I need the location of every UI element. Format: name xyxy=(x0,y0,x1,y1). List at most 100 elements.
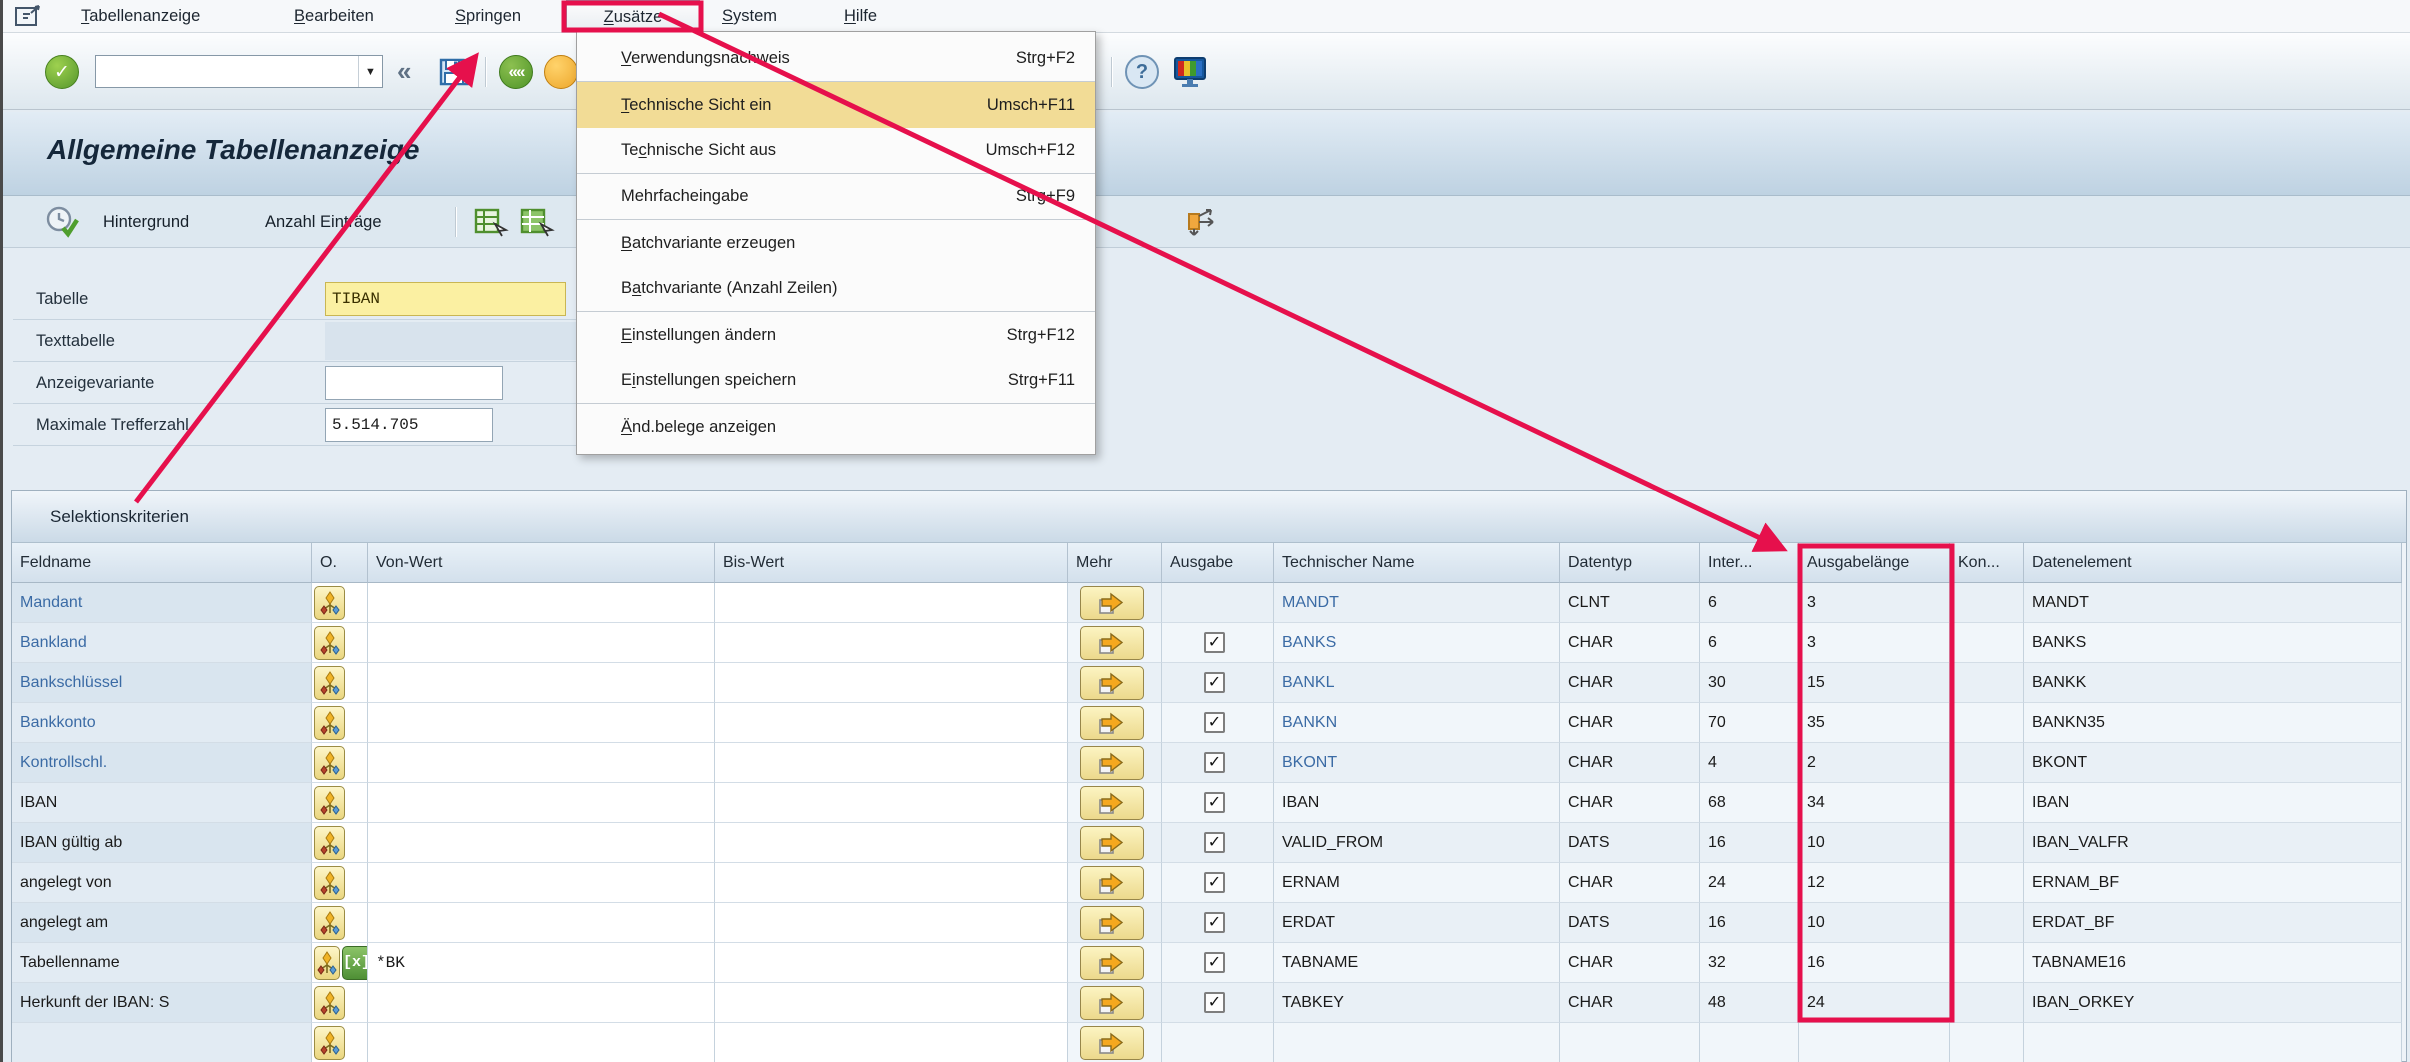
datentyp-value: CHAR xyxy=(1560,623,1700,663)
multiple-selection-button[interactable] xyxy=(1080,706,1144,740)
menu-item[interactable]: Verwendungsnachweis Strg+F2 xyxy=(577,36,1095,82)
feldname-link[interactable]: Tabellenname xyxy=(20,954,120,972)
multiple-selection-button[interactable] xyxy=(1080,746,1144,780)
ausgabe-checkbox[interactable]: ✓ xyxy=(1204,672,1225,693)
back-icon[interactable]: «« xyxy=(499,55,533,89)
feldname-link[interactable]: Herkunft der IBAN: S xyxy=(20,994,169,1012)
technischer-name[interactable]: ERNAM xyxy=(1282,874,1340,892)
enter-icon[interactable]: ✓ xyxy=(45,55,79,89)
selection-options-icon[interactable] xyxy=(314,586,345,620)
multiple-selection-button[interactable] xyxy=(1080,1026,1144,1060)
menu-item[interactable]: Mehrfacheingabe Strg+F9 xyxy=(577,174,1095,220)
ausgabe-checkbox[interactable]: ✓ xyxy=(1204,832,1225,853)
menu-springen[interactable]: Springen xyxy=(449,0,527,32)
feldname-link[interactable]: angelegt von xyxy=(20,874,112,892)
menu-item-shortcut: Umsch+F12 xyxy=(986,141,1075,160)
menu-item[interactable]: Änd.belege anzeigen xyxy=(577,404,1095,450)
menu-item[interactable]: Batchvariante (Anzahl Zeilen) xyxy=(577,266,1095,312)
choose-list-icon[interactable] xyxy=(473,206,509,238)
command-dropdown-icon[interactable]: ▼ xyxy=(358,56,382,87)
technischer-name[interactable]: TABKEY xyxy=(1282,994,1344,1012)
selection-options-icon[interactable] xyxy=(314,706,345,740)
menu-item[interactable]: Einstellungen speichern Strg+F11 xyxy=(577,358,1095,404)
menu-item[interactable]: Technische Sicht aus Umsch+F12 xyxy=(577,128,1095,174)
command-input[interactable] xyxy=(108,58,358,86)
feldname-link[interactable]: Bankschlüssel xyxy=(20,674,122,692)
collapse-icon[interactable]: « xyxy=(397,55,411,88)
col-mehr: Mehr xyxy=(1068,543,1162,583)
ausgabe-checkbox[interactable]: ✓ xyxy=(1204,912,1225,933)
ausgabe-checkbox[interactable]: ✓ xyxy=(1204,632,1225,653)
selection-options-icon[interactable] xyxy=(314,666,345,700)
hintergrund-button[interactable]: Hintergrund xyxy=(103,196,189,248)
datentyp-value: CHAR xyxy=(1560,943,1700,983)
selection-options-icon[interactable] xyxy=(314,786,345,820)
tabelle-field[interactable]: TIBAN xyxy=(325,282,566,316)
multiple-selection-button[interactable] xyxy=(1080,866,1144,900)
selection-options-icon[interactable] xyxy=(314,746,345,780)
multiple-selection-button[interactable] xyxy=(1080,826,1144,860)
technischer-name[interactable]: TABNAME xyxy=(1282,954,1358,972)
menu-system[interactable]: System xyxy=(716,0,783,32)
selection-options-icon[interactable] xyxy=(314,1026,345,1060)
multiple-selection-button[interactable] xyxy=(1080,666,1144,700)
multiple-selection-button[interactable] xyxy=(1080,786,1144,820)
technischer-name[interactable]: BANKL xyxy=(1282,674,1334,692)
menu-item[interactable]: Technische Sicht ein Umsch+F11 xyxy=(577,82,1095,128)
feldname-link[interactable]: angelegt am xyxy=(20,914,108,932)
multiple-selection-button[interactable] xyxy=(1080,906,1144,940)
anzahl-eintraege-button[interactable]: Anzahl Einträge xyxy=(265,196,382,248)
datentyp-value: DATS xyxy=(1560,823,1700,863)
multiple-selection-button[interactable] xyxy=(1080,586,1144,620)
feldname-link[interactable]: IBAN xyxy=(20,794,57,812)
selection-options-icon[interactable] xyxy=(314,906,345,940)
new-session-icon[interactable] xyxy=(1171,55,1209,89)
technischer-name[interactable]: IBAN xyxy=(1282,794,1319,812)
menu-tabellenanzeige[interactable]: Tabellenanzeige xyxy=(75,0,206,32)
technischer-name[interactable]: ERDAT xyxy=(1282,914,1335,932)
execute-background-icon[interactable] xyxy=(45,206,79,238)
help-icon[interactable]: ? xyxy=(1125,55,1159,89)
technischer-name[interactable]: BKONT xyxy=(1282,754,1337,772)
datentyp-value xyxy=(1560,1023,1700,1062)
ausgabe-checkbox[interactable]: ✓ xyxy=(1204,712,1225,733)
feldname-link[interactable]: Kontrollschl. xyxy=(20,754,107,772)
multiple-selection-button[interactable] xyxy=(1080,946,1144,980)
navigate-structure-icon[interactable] xyxy=(1181,206,1221,238)
feldname-link[interactable]: Bankland xyxy=(20,634,87,652)
ausgabe-checkbox[interactable]: ✓ xyxy=(1204,952,1225,973)
feldname-link[interactable]: IBAN gültig ab xyxy=(20,834,122,852)
menu-zusaetze[interactable]: Zusätze xyxy=(566,0,700,32)
anzeigevariante-field[interactable] xyxy=(325,366,503,400)
menu-hilfe[interactable]: Hilfe xyxy=(838,0,883,32)
selection-options-icon[interactable] xyxy=(314,826,345,860)
menu-bearbeiten[interactable]: Bearbeiten xyxy=(288,0,380,32)
trefferzahl-field[interactable]: 5.514.705 xyxy=(325,408,493,442)
technischer-name[interactable]: BANKS xyxy=(1282,634,1336,652)
ausgabe-checkbox[interactable]: ✓ xyxy=(1204,992,1225,1013)
technischer-name[interactable]: BANKN xyxy=(1282,714,1337,732)
selection-options-icon[interactable] xyxy=(314,946,340,980)
menu-item[interactable]: Einstellungen ändern Strg+F12 xyxy=(577,312,1095,358)
session-window-icon[interactable] xyxy=(15,5,41,27)
feldname-link[interactable]: Mandant xyxy=(20,594,82,612)
selection-options-icon[interactable] xyxy=(314,986,345,1020)
exit-icon[interactable] xyxy=(544,55,578,89)
save-icon[interactable] xyxy=(437,55,471,89)
ausgabelaenge-value xyxy=(1799,1023,1950,1062)
menu-item[interactable]: Batchvariante erzeugen xyxy=(577,220,1095,266)
selection-options-icon[interactable] xyxy=(314,626,345,660)
von-wert-input[interactable]: *BK xyxy=(376,954,405,972)
choose-list-filled-icon[interactable] xyxy=(519,206,555,238)
feldname-link[interactable]: Bankkonto xyxy=(20,714,96,732)
technischer-name[interactable]: MANDT xyxy=(1282,594,1339,612)
exclude-pattern-icon[interactable]: [x] xyxy=(342,946,368,980)
multiple-selection-button[interactable] xyxy=(1080,626,1144,660)
technischer-name[interactable]: VALID_FROM xyxy=(1282,834,1383,852)
selection-options-icon[interactable] xyxy=(314,866,345,900)
multiple-selection-button[interactable] xyxy=(1080,986,1144,1020)
command-field[interactable]: ▼ xyxy=(95,55,383,88)
ausgabe-checkbox[interactable]: ✓ xyxy=(1204,872,1225,893)
ausgabe-checkbox[interactable]: ✓ xyxy=(1204,752,1225,773)
ausgabe-checkbox[interactable]: ✓ xyxy=(1204,792,1225,813)
